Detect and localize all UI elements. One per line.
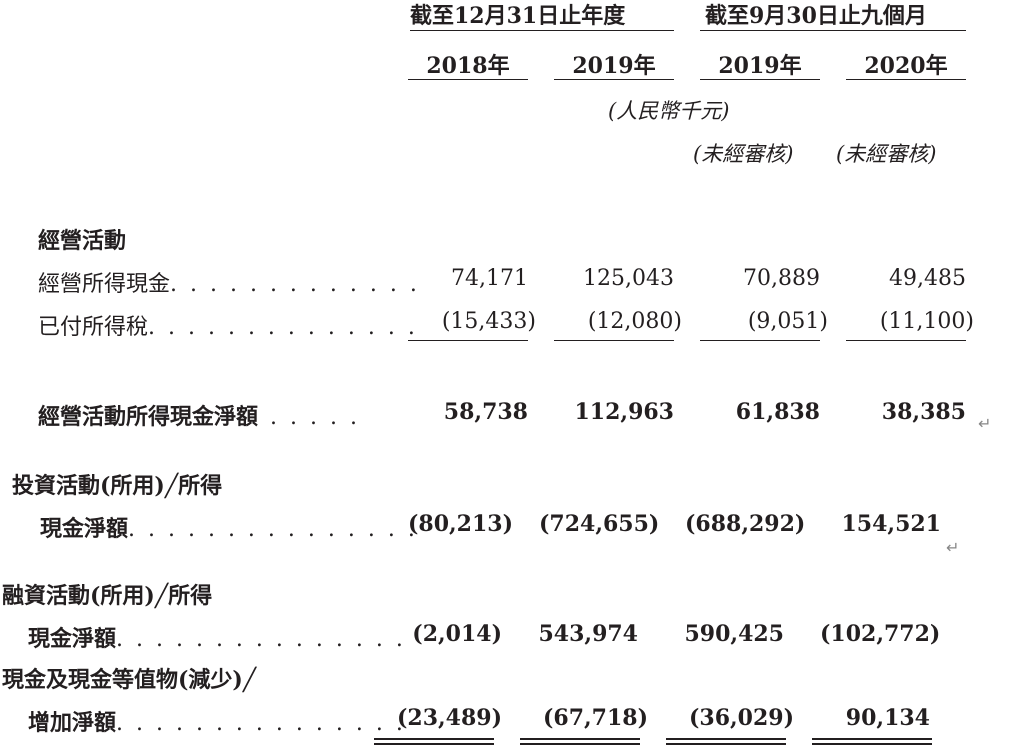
year-underline: [700, 79, 820, 80]
cell-value: (724,655): [539, 511, 660, 537]
subtotal-rule: [554, 340, 674, 341]
table-row: 經營活動所得現金淨額 . . . . .: [38, 399, 360, 431]
leader-dots: . . . . . . . . . . . . . .: [148, 315, 418, 340]
cell-value: 38,385: [881, 399, 966, 425]
total-double-rule: [812, 738, 932, 745]
cell-value: (11,100): [879, 309, 974, 334]
period-underline: [410, 30, 674, 31]
year-header: 2019年: [718, 53, 802, 79]
period-underline: [700, 30, 966, 31]
row-label: 經營活動所得現金淨額: [38, 404, 259, 430]
row-label: 融資活動(所用)╱所得: [2, 583, 213, 609]
total-double-rule: [666, 738, 786, 745]
period-header-nine-months: 截至9月30日止九個月: [705, 3, 927, 29]
row-label: 現金淨額: [40, 516, 129, 542]
table-row: 現金淨額. . . . . . . . . . . . . . .: [40, 511, 418, 543]
leader-dots: . . . . . . . . . . . . . . .: [116, 627, 406, 652]
year-underline: [408, 79, 528, 80]
cell-value: (12,080): [587, 309, 682, 334]
cell-value: 74,171: [451, 266, 528, 291]
leader-dots: . . . . . . . . . . . . . . .: [128, 517, 418, 542]
leader-dots: . . . . . . . . . . . . .: [170, 272, 420, 297]
subtotal-rule: [408, 340, 528, 341]
cell-value: (2,014): [412, 621, 502, 647]
cell-value: 154,521: [841, 511, 941, 537]
cell-value: 543,974: [538, 621, 638, 647]
row-label: 增加淨額: [28, 710, 117, 736]
cell-value: 49,485: [889, 266, 966, 291]
unaudited-label: (未經審核): [693, 142, 794, 166]
row-label: 投資活動(所用)╱所得: [12, 473, 223, 499]
cell-value: (23,489): [396, 705, 502, 731]
leader-dots: . . . . .: [270, 405, 360, 430]
table-row: 已付所得稅. . . . . . . . . . . . . .: [38, 309, 418, 341]
cell-value: (80,213): [407, 511, 513, 537]
year-underline: [846, 79, 966, 80]
cell-value: 61,838: [735, 399, 820, 425]
cell-value: 58,738: [443, 399, 528, 425]
period-header-full-year: 截至12月31日止年度: [410, 3, 626, 29]
cell-value: (15,433): [441, 309, 536, 334]
section-title-operating: 經營活動: [38, 228, 127, 254]
return-mark-icon: ↵: [946, 538, 960, 557]
cell-value: 590,425: [684, 621, 784, 647]
cell-value: (102,772): [820, 621, 941, 647]
table-row: 現金淨額. . . . . . . . . . . . . . .: [28, 621, 406, 653]
subtotal-rule: [846, 340, 966, 341]
row-label: 已付所得稅: [38, 315, 149, 340]
year-header: 2020年: [864, 53, 948, 79]
year-underline: [554, 79, 674, 80]
table-row: 增加淨額. . . . . . . . . . . . . . .: [28, 705, 406, 737]
cell-value: 125,043: [583, 266, 674, 291]
row-label: 現金淨額: [28, 626, 117, 652]
cell-value: 112,963: [574, 399, 674, 425]
total-double-rule: [520, 738, 640, 745]
cell-value: (9,051): [747, 309, 828, 334]
row-label: 現金及現金等值物(減少)╱: [2, 667, 257, 693]
cell-value: 90,134: [845, 705, 930, 731]
subtotal-rule: [700, 340, 820, 341]
unaudited-label: (未經審核): [836, 142, 937, 166]
cell-value: (36,029): [688, 705, 794, 731]
total-double-rule: [374, 738, 494, 745]
cell-value: 70,889: [743, 266, 820, 291]
row-label: 經營所得現金: [38, 272, 171, 297]
return-mark-icon: ↵: [978, 414, 992, 433]
year-header: 2018年: [426, 53, 510, 79]
table-row: 經營所得現金. . . . . . . . . . . . .: [38, 266, 420, 298]
currency-unit: (人民幣千元): [608, 99, 730, 123]
year-header: 2019年: [572, 53, 656, 79]
cell-value: (688,292): [685, 511, 806, 537]
leader-dots: . . . . . . . . . . . . . . .: [116, 711, 406, 736]
cell-value: (67,718): [542, 705, 648, 731]
